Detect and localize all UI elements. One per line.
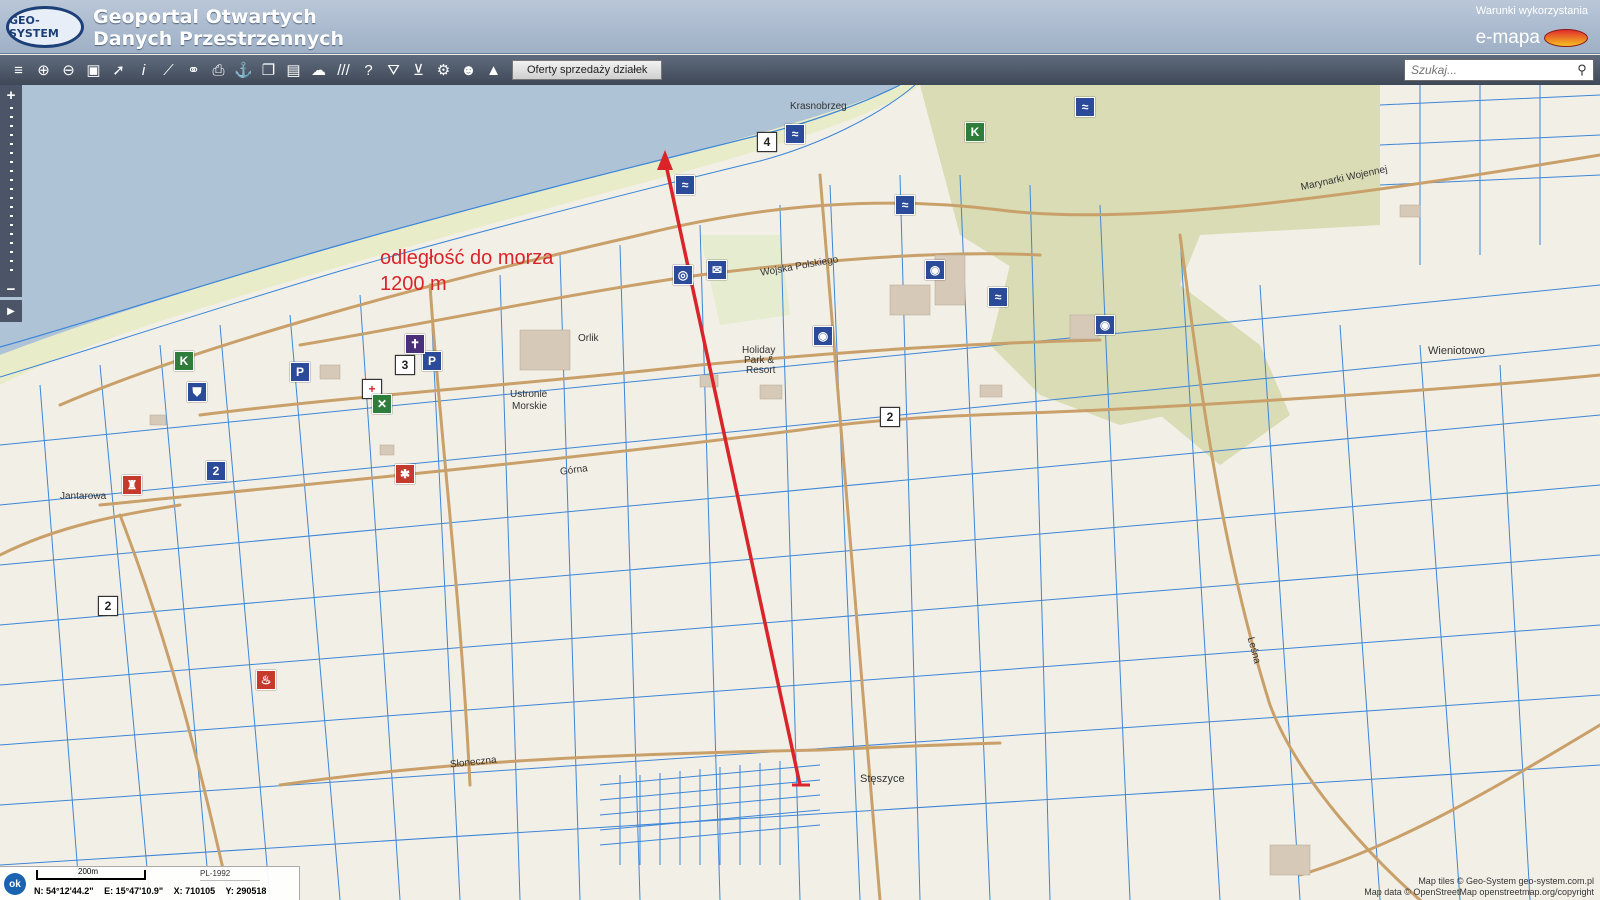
app-header: GEO-SYSTEM Geoportal Otwartych Danych Pr…: [0, 0, 1600, 54]
coordinate-readout: N: 54°12'44.2" E: 15°47'10.9" X: 710105 …: [34, 886, 274, 896]
poi-swimming-icon[interactable]: ≈: [785, 124, 805, 144]
poi-k-marker[interactable]: K: [174, 351, 194, 371]
road-icon[interactable]: ⛛: [381, 58, 406, 82]
poi-k-marker[interactable]: K: [965, 122, 985, 142]
app-title-line1: Geoportal Otwartych: [93, 6, 317, 28]
brand-text: e-mapa: [1475, 27, 1540, 48]
poi-mail-icon[interactable]: ✉: [707, 260, 727, 280]
poi-parking-marker[interactable]: P: [422, 351, 442, 371]
attribution-data[interactable]: Map data © OpenStreetMap openstreetmap.o…: [1364, 887, 1594, 898]
zoom-plus-icon[interactable]: +: [7, 88, 16, 103]
map-canvas[interactable]: odległość do morza 1200 m Krasnobrzeg Or…: [0, 85, 1600, 900]
lat-readout: N: 54°12'44.2": [34, 886, 94, 896]
poi-emergency-marker[interactable]: ✱: [395, 464, 415, 484]
user-pin-icon[interactable]: ☻: [456, 58, 481, 82]
poi-sport-icon[interactable]: ◉: [925, 260, 945, 280]
search-icon[interactable]: ⚲: [1571, 62, 1593, 78]
link-icon[interactable]: ⚭: [181, 58, 206, 82]
scale-label: 200m: [78, 867, 99, 876]
poi-police-icon[interactable]: ⛊: [187, 382, 207, 402]
terrain-icon[interactable]: ▲: [481, 58, 506, 82]
place-label-ustronie: Ustronie: [510, 389, 548, 400]
poi-pharmacy-marker[interactable]: ✕: [372, 394, 392, 414]
layout-icon[interactable]: ▤: [281, 58, 306, 82]
zoom-slider[interactable]: + −: [0, 85, 22, 297]
poi-hotel-marker[interactable]: 3: [395, 355, 415, 375]
app-title-line2: Danych Przestrzennych: [93, 28, 345, 50]
hatch-icon[interactable]: ///: [331, 58, 356, 82]
cart-icon[interactable]: ⊻: [406, 58, 431, 82]
place-label-krasnobrzeg: Krasnobrzeg: [790, 101, 847, 112]
poi-sport-icon[interactable]: ◉: [813, 326, 833, 346]
poi-sport-icon[interactable]: ◉: [1095, 315, 1115, 335]
place-label-morskie: Morskie: [512, 401, 548, 412]
copy-icon[interactable]: ❐: [256, 58, 281, 82]
poi-parking-marker[interactable]: P: [290, 362, 310, 382]
app-title: Geoportal Otwartych Danych Przestrzennyc…: [93, 6, 344, 50]
e-mapa-brand[interactable]: e-mapa: [1476, 27, 1588, 49]
speech-icon[interactable]: ☁: [306, 58, 331, 82]
place-label-steszyce: Stęszyce: [860, 773, 905, 785]
annotation-line1: odległość do morza: [380, 247, 554, 269]
zoom-out-icon[interactable]: ⊖: [56, 58, 81, 82]
place-label-wieniotowo: Wieniotowo: [1428, 345, 1485, 357]
ok-button[interactable]: ok: [4, 873, 26, 895]
info-icon[interactable]: i: [131, 58, 156, 82]
search-input[interactable]: [1405, 63, 1571, 77]
brand-badge-icon: [1544, 29, 1588, 47]
settings-icon[interactable]: ⚙: [431, 58, 456, 82]
zoom-minus-icon[interactable]: −: [7, 282, 16, 297]
logo-text: GEO-SYSTEM: [9, 14, 59, 40]
poi-emblem-icon[interactable]: ♜: [122, 475, 142, 495]
crs-select[interactable]: PL-1992: [200, 869, 260, 881]
y-readout: Y: 290518: [225, 886, 267, 896]
main-toolbar: ≡ ⊕ ⊖ ▣ ➚ i ⟋ ⚭ ⎙ ⚓ ❐ ▤ ☁ /// ? ⛛ ⊻ ⚙ ☻ …: [0, 55, 1600, 85]
zoom-extent-icon[interactable]: ▣: [81, 58, 106, 82]
poi-swimming-icon[interactable]: ≈: [988, 287, 1008, 307]
lon-readout: E: 15°47'10.9": [104, 886, 164, 896]
anchor-icon[interactable]: ⚓: [231, 58, 256, 82]
poi-hotel-marker[interactable]: 2: [880, 407, 900, 427]
poi-fire-station-icon[interactable]: ♨: [256, 670, 276, 690]
measure-line-icon[interactable]: ⟋: [156, 58, 181, 82]
offers-button[interactable]: Oferty sprzedaży działek: [512, 60, 663, 80]
search-box: ⚲: [1404, 59, 1594, 81]
poi-swimming-icon[interactable]: ≈: [1075, 97, 1095, 117]
status-bar: ok 200m PL-1992 N: 54°12'44.2" E: 15°47'…: [0, 866, 300, 900]
poi-hotel-marker[interactable]: 2: [98, 596, 118, 616]
poi-church-marker[interactable]: ✝: [405, 334, 425, 354]
distance-annotation: odległość do morza 1200 m: [380, 245, 553, 297]
x-readout: X: 710105: [173, 886, 216, 896]
zoom-in-icon[interactable]: ⊕: [31, 58, 56, 82]
street-label-jantarowa: Jantarowa: [60, 491, 107, 502]
terms-link[interactable]: Warunki wykorzystania: [1476, 5, 1588, 17]
annotation-line2: 1200 m: [380, 273, 447, 295]
map-svg: [0, 85, 1600, 900]
place-label-orlik: Orlik: [578, 333, 599, 344]
poi-swimming-icon[interactable]: ≈: [895, 195, 915, 215]
place-label-holiday-3: Resort: [746, 365, 776, 376]
panel-toggle-arrow-icon[interactable]: ▶: [0, 300, 22, 322]
poi-swimming-icon[interactable]: ≈: [675, 175, 695, 195]
print-icon[interactable]: ⎙: [206, 58, 231, 82]
help-icon[interactable]: ?: [356, 58, 381, 82]
geo-system-logo[interactable]: GEO-SYSTEM: [6, 6, 84, 48]
attribution-tiles[interactable]: Map tiles © Geo-System geo-system.com.pl: [1364, 876, 1594, 887]
poi-tourist-info-icon[interactable]: ◎: [673, 265, 693, 285]
select-arrow-icon[interactable]: ➚: [106, 58, 131, 82]
layers-icon[interactable]: ≡: [6, 58, 31, 82]
poi-hotel-marker[interactable]: 4: [757, 132, 777, 152]
map-attribution: Map tiles © Geo-System geo-system.com.pl…: [1364, 876, 1594, 898]
poi-tourism-marker[interactable]: 2: [206, 461, 226, 481]
zoom-track[interactable]: [9, 107, 13, 278]
